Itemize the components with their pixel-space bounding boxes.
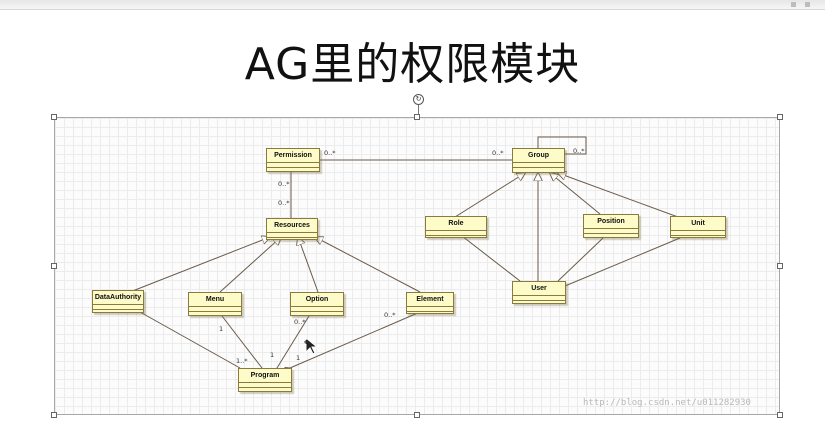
class-dataauthority[interactable]: DataAuthority	[92, 290, 144, 313]
multiplicity-label: 0..*	[573, 147, 585, 155]
class-element[interactable]: Element	[406, 292, 454, 314]
class-unit[interactable]: Unit	[670, 216, 726, 238]
class-name: Unit	[671, 217, 725, 231]
generalization-dataauthority-resources	[129, 237, 270, 293]
class-name: Program	[239, 369, 291, 383]
multiplicity-label: 1	[219, 325, 224, 333]
class-menu[interactable]: Menu	[188, 292, 242, 316]
generalization-unit-group	[558, 173, 679, 218]
class-name: DataAuthority	[93, 291, 143, 305]
class-position[interactable]: Position	[583, 214, 639, 238]
generalization-option-resources	[298, 237, 319, 293]
class-resources[interactable]: Resources	[266, 218, 318, 240]
class-name: Element	[407, 293, 453, 307]
multiplicity-label: 0..*	[294, 318, 306, 326]
multiplicity-label: 0..*	[278, 199, 290, 207]
class-name: Group	[513, 149, 564, 163]
class-name: Resources	[267, 219, 317, 233]
class-name: User	[513, 282, 565, 296]
class-role[interactable]: Role	[425, 216, 487, 238]
class-user[interactable]: User	[512, 281, 566, 304]
class-name: Role	[426, 217, 486, 231]
watermark-text: http://blog.csdn.net/u011282930	[583, 398, 751, 408]
association-unit-user	[564, 237, 681, 287]
generalization-role-group	[454, 173, 525, 218]
class-name: Menu	[189, 293, 241, 307]
class-name: Option	[291, 293, 343, 307]
multiplicity-label: 0..*	[324, 149, 336, 157]
multiplicity-label: 0..*	[384, 311, 396, 319]
class-program[interactable]: Program	[238, 368, 292, 392]
generalization-menu-resources	[219, 237, 281, 293]
association-position-user	[557, 237, 604, 282]
class-option[interactable]: Option	[290, 292, 344, 316]
generalization-element-resources	[315, 237, 421, 293]
class-permission[interactable]: Permission	[266, 148, 320, 172]
multiplicity-label: 0..*	[278, 180, 290, 188]
class-group[interactable]: Group	[512, 148, 565, 173]
class-name: Permission	[267, 149, 319, 163]
multiplicity-label: 1..*	[236, 357, 248, 365]
association-role-user	[461, 235, 521, 282]
multiplicity-label: 1	[296, 354, 301, 362]
class-name: Position	[584, 215, 638, 229]
multiplicity-label: 0..*	[492, 149, 504, 157]
move-cursor-icon	[304, 336, 319, 355]
multiplicity-label: 1	[270, 351, 275, 359]
